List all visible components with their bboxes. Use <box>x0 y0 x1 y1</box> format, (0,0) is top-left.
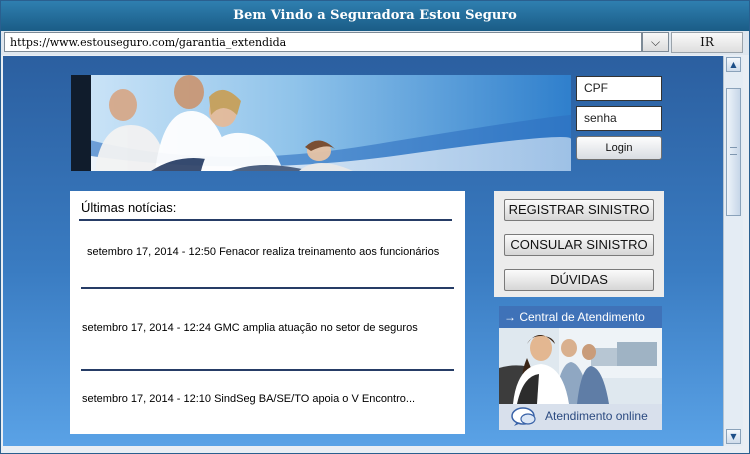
customer-service-widget[interactable]: → Central de Atendimento Atendimento onl… <box>499 306 662 430</box>
online-service-link[interactable]: Atendimento online <box>499 404 662 430</box>
grip-icon <box>730 147 737 155</box>
news-divider <box>81 369 454 371</box>
news-divider <box>81 287 454 289</box>
register-claim-button[interactable]: REGISTRAR SINISTRO <box>504 199 654 221</box>
login-button[interactable]: Login <box>576 136 662 160</box>
chat-bubble-icon <box>511 407 536 426</box>
customer-service-header: → Central de Atendimento <box>499 306 662 328</box>
news-panel: Últimas notícias: setembro 17, 2014 - 12… <box>70 191 465 434</box>
url-dropdown-button[interactable]: ⌵ <box>642 32 669 52</box>
news-item[interactable]: setembro 17, 2014 - 12:24 GMC amplia atu… <box>82 322 418 334</box>
url-input[interactable]: https://www.estouseguro.com/garantia_ext… <box>4 32 642 52</box>
news-divider <box>79 219 452 221</box>
customer-service-title: Central de Atendimento <box>519 310 645 324</box>
arrow-down-icon: ▼ <box>730 432 737 441</box>
faq-button[interactable]: DÚVIDAS <box>504 269 654 291</box>
address-bar: https://www.estouseguro.com/garantia_ext… <box>1 31 749 55</box>
online-service-label: Atendimento online <box>545 409 648 423</box>
arrow-up-icon: ▲ <box>730 60 737 69</box>
password-input[interactable]: senha <box>576 106 662 131</box>
news-item[interactable]: setembro 17, 2014 - 12:10 SindSeg BA/SE/… <box>82 393 415 405</box>
claims-actions-panel: REGISTRAR SINISTRO CONSULAR SINISTRO DÚV… <box>494 191 664 297</box>
go-button[interactable]: IR <box>671 32 743 53</box>
window-title: Bem Vindo a Seguradora Estou Seguro <box>233 8 517 23</box>
chevron-down-icon: ⌵ <box>650 35 661 49</box>
family-banner-image <box>71 75 571 171</box>
scroll-down-button[interactable]: ▼ <box>726 429 741 444</box>
page-content: CPF senha Login Últimas notícias: setemb… <box>3 56 723 446</box>
consult-claim-button[interactable]: CONSULAR SINISTRO <box>504 234 654 256</box>
news-heading: Últimas notícias: <box>81 200 177 215</box>
news-item[interactable]: setembro 17, 2014 - 12:50 Fenacor realiz… <box>87 246 439 258</box>
title-bar: Bem Vindo a Seguradora Estou Seguro <box>1 1 749 31</box>
browser-window: Bem Vindo a Seguradora Estou Seguro http… <box>0 0 750 454</box>
cpf-input[interactable]: CPF <box>576 76 662 101</box>
arrow-right-icon: → <box>504 310 516 324</box>
vertical-scrollbar[interactable]: ▲ ▼ <box>723 56 743 446</box>
scrollbar-thumb[interactable] <box>726 88 741 216</box>
scroll-up-button[interactable]: ▲ <box>726 57 741 72</box>
support-agent-image <box>499 328 662 404</box>
